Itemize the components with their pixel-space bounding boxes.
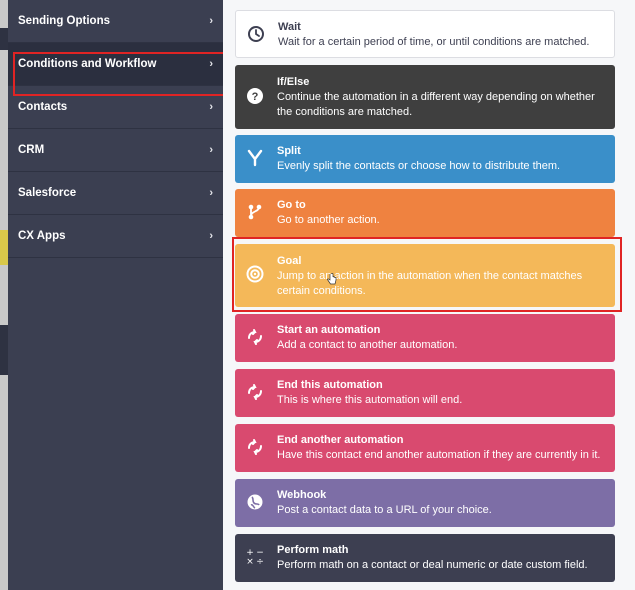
action-title: End this automation (277, 379, 383, 391)
background-stripe (0, 230, 8, 265)
chevron-right-icon: › (209, 187, 213, 199)
background-stripe (0, 325, 8, 375)
chevron-right-icon: › (209, 101, 213, 113)
sidebar-item-cx-apps[interactable]: CX Apps › (8, 215, 223, 258)
action-card-wait[interactable]: Wait Wait for a certain period of time, … (235, 10, 615, 58)
sidebar-item-label: Sending Options (18, 15, 110, 27)
sidebar-item-label: Salesforce (18, 187, 77, 199)
math-icon: + − × ÷ (245, 546, 265, 566)
action-card-split[interactable]: Split Evenly split the contacts or choos… (235, 135, 615, 183)
target-icon (245, 264, 265, 284)
clock-icon (246, 24, 266, 44)
action-description: Add a contact to another automation. (277, 339, 458, 351)
action-title: Split (277, 145, 301, 157)
sidebar-item-conditions-and-workflow[interactable]: Conditions and Workflow › (8, 43, 223, 86)
sidebar-item-contacts[interactable]: Contacts › (8, 86, 223, 129)
sidebar-item-label: CX Apps (18, 230, 66, 242)
action-title: Start an automation (277, 324, 381, 336)
sidebar-item-sending-options[interactable]: Sending Options › (8, 0, 223, 43)
action-description: Evenly split the contacts or choose how … (277, 160, 561, 172)
sidebar-item-label: CRM (18, 144, 45, 156)
split-icon (245, 148, 265, 168)
action-description: This is where this automation will end. (277, 394, 463, 406)
chevron-right-icon: › (209, 15, 213, 27)
action-description: Post a contact data to a URL of your cho… (277, 504, 492, 516)
action-card-goal[interactable]: Goal Jump to an action in the automation… (235, 244, 615, 307)
action-title: Perform math (277, 544, 349, 556)
action-card-perform-math[interactable]: + − × ÷ Perform math Perform math on a c… (235, 534, 615, 582)
action-card-start-an-automation[interactable]: Start an automation Add a contact to ano… (235, 314, 615, 362)
times-glyph: × (246, 557, 254, 566)
category-sidebar: Sending Options › Conditions and Workflo… (8, 0, 223, 590)
action-description: Continue the automation in a different w… (277, 91, 595, 118)
action-title: If/Else (277, 76, 310, 88)
action-card-webhook[interactable]: Webhook Post a contact data to a URL of … (235, 479, 615, 527)
cycle-icon (245, 437, 265, 457)
sidebar-item-label: Conditions and Workflow (18, 58, 157, 70)
action-title: Go to (277, 199, 306, 211)
chevron-right-icon: › (209, 144, 213, 156)
action-description: Go to another action. (277, 214, 380, 226)
background-stripe (0, 28, 8, 50)
question-icon: ? (245, 86, 265, 106)
chevron-right-icon: › (209, 230, 213, 242)
action-card-go-to[interactable]: Go to Go to another action. (235, 189, 615, 237)
svg-text:?: ? (252, 91, 259, 103)
chevron-right-icon: › (209, 58, 213, 70)
sidebar-item-label: Contacts (18, 101, 68, 113)
goto-icon (245, 202, 265, 222)
action-title: Wait (278, 21, 301, 33)
action-title: Goal (277, 255, 302, 267)
action-description: Wait for a certain period of time, or un… (278, 36, 590, 48)
sidebar-item-crm[interactable]: CRM › (8, 129, 223, 172)
action-title: Webhook (277, 489, 327, 501)
action-card-if-else[interactable]: ? If/Else Continue the automation in a d… (235, 65, 615, 129)
hand-cursor-icon (327, 272, 337, 285)
cycle-icon (245, 382, 265, 402)
action-card-end-this-automation[interactable]: End this automation This is where this a… (235, 369, 615, 417)
divide-glyph: ÷ (256, 557, 264, 566)
action-card-end-another-automation[interactable]: End another automation Have this contact… (235, 424, 615, 472)
action-description: Have this contact end another automation… (277, 449, 601, 461)
cycle-icon (245, 327, 265, 347)
action-description: Perform math on a contact or deal numeri… (277, 559, 588, 571)
action-title: End another automation (277, 434, 404, 446)
sidebar-item-salesforce[interactable]: Salesforce › (8, 172, 223, 215)
actions-panel: Wait Wait for a certain period of time, … (223, 0, 635, 590)
webhook-icon (245, 492, 265, 512)
background-page (0, 0, 8, 590)
